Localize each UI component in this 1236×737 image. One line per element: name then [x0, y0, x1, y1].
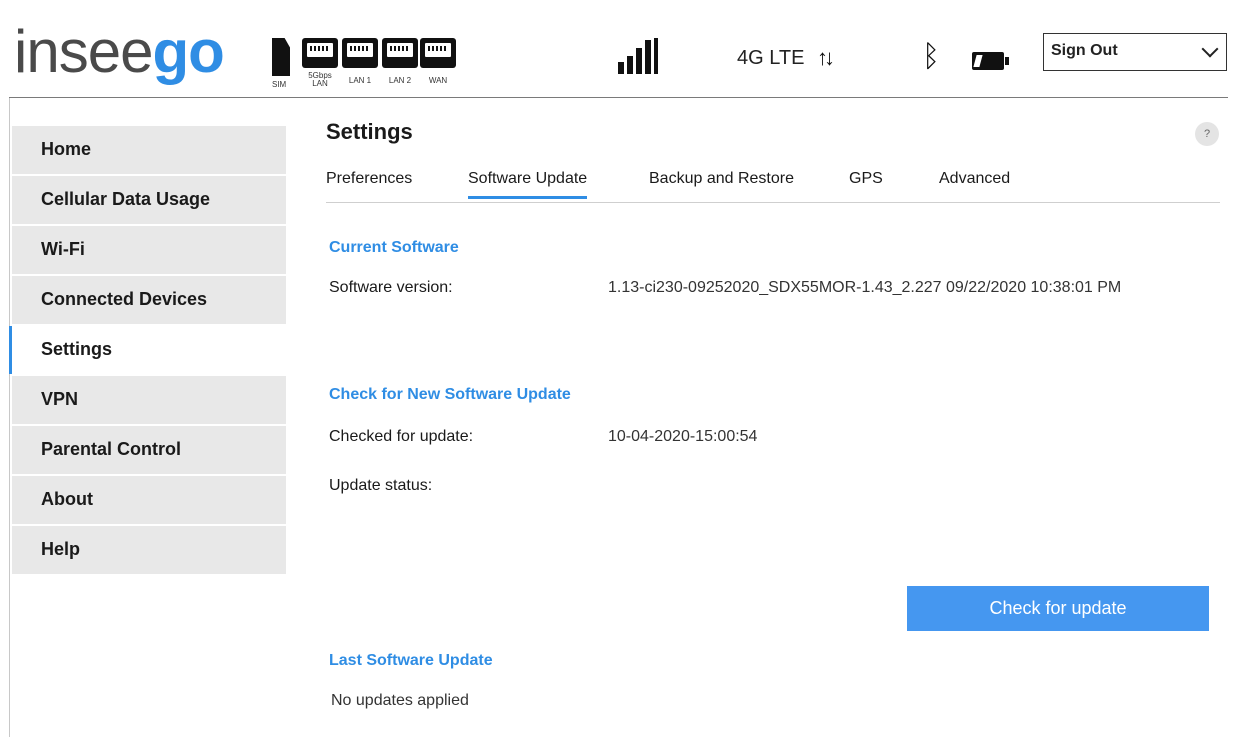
- sidebar-item-vpn[interactable]: VPN: [12, 376, 286, 424]
- port-label-wan: WAN: [428, 76, 448, 85]
- help-icon[interactable]: ?: [1195, 122, 1219, 146]
- check-update-heading: Check for New Software Update: [329, 386, 571, 403]
- software-version-label: Software version:: [329, 279, 453, 296]
- port-label-lan2: LAN 2: [388, 76, 412, 85]
- sidebar-item-home[interactable]: Home: [12, 126, 286, 174]
- check-for-update-button[interactable]: Check for update: [907, 586, 1209, 631]
- inseego-logo: inseego: [14, 22, 225, 82]
- checked-for-update-label: Checked for update:: [329, 428, 474, 445]
- tab-backup-and-restore[interactable]: Backup and Restore: [649, 170, 794, 196]
- sidebar-item-wifi[interactable]: Wi-Fi: [12, 226, 286, 274]
- checked-for-update-value: 10-04-2020-15:00:54: [608, 428, 758, 445]
- sidebar-item-settings[interactable]: Settings: [9, 326, 286, 374]
- logo-text-light: insee: [14, 18, 153, 85]
- signal-strength-icon: [618, 38, 660, 74]
- page-title: Settings: [326, 119, 413, 144]
- tab-preferences[interactable]: Preferences: [326, 170, 412, 196]
- header-divider: [9, 97, 1228, 98]
- battery-icon: [972, 52, 1009, 70]
- update-status-label: Update status:: [329, 477, 433, 494]
- sidebar-item-about[interactable]: About: [12, 476, 286, 524]
- last-software-update-heading: Last Software Update: [329, 652, 493, 669]
- last-update-value: No updates applied: [331, 692, 469, 709]
- ethernet-port-icon: [420, 38, 456, 68]
- tab-software-update[interactable]: Software Update: [468, 170, 588, 199]
- software-version-value: 1.13-ci230-09252020_SDX55MOR-1.43_2.227 …: [608, 279, 1122, 296]
- current-software-heading: Current Software: [329, 239, 459, 256]
- sidebar-nav: Home Cellular Data Usage Wi-Fi Connected…: [9, 126, 286, 576]
- page-left-border: [9, 98, 10, 737]
- ethernet-port-icon: [382, 38, 418, 68]
- sign-out-dropdown[interactable]: Sign Out: [1043, 33, 1227, 71]
- bluetooth-icon: ᛒ: [922, 40, 940, 73]
- network-type-label: 4G LTE: [737, 47, 805, 69]
- port-label-lan1: LAN 1: [348, 76, 372, 85]
- sidebar-item-cellular-data-usage[interactable]: Cellular Data Usage: [12, 176, 286, 224]
- settings-tabs: Preferences Software Update Backup and R…: [326, 170, 1220, 203]
- port-label-5gbps-lan: 5Gbps LAN: [308, 71, 332, 88]
- ethernet-port-icon: [342, 38, 378, 68]
- chevron-down-icon: [1201, 40, 1219, 58]
- tab-advanced[interactable]: Advanced: [939, 170, 1010, 196]
- top-header: inseego SIM 5Gbps LAN LAN 1 LAN 2 WAN 4G…: [0, 0, 1236, 100]
- sidebar-item-connected-devices[interactable]: Connected Devices: [12, 276, 286, 324]
- logo-text-bold: go: [152, 18, 224, 85]
- sidebar-item-help[interactable]: Help: [12, 526, 286, 574]
- data-transfer-icon: ↑↓: [817, 45, 835, 70]
- sim-label: SIM: [272, 80, 287, 89]
- ethernet-port-icon: [302, 38, 338, 68]
- sidebar-item-parental-control[interactable]: Parental Control: [12, 426, 286, 474]
- sign-out-label: Sign Out: [1051, 42, 1118, 59]
- tab-gps[interactable]: GPS: [849, 170, 883, 196]
- sim-icon: [272, 38, 290, 76]
